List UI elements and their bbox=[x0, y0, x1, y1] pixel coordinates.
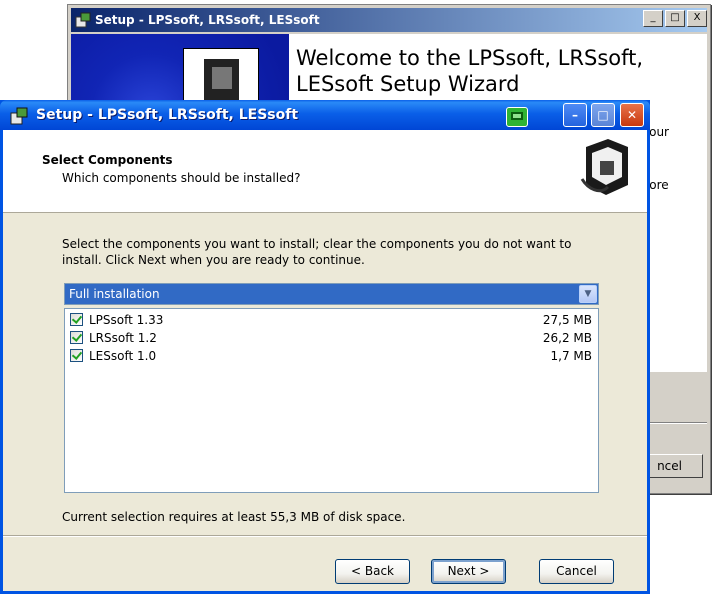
component-size: 27,5 MB bbox=[542, 313, 592, 327]
setup-app-icon bbox=[75, 12, 91, 28]
welcome-heading: Welcome to the LPSsoft, LRSsoft, LESsoft… bbox=[296, 46, 644, 96]
setup-app-icon bbox=[10, 107, 28, 125]
chevron-down-icon[interactable]: ▼ bbox=[579, 285, 597, 303]
background-maximize-button[interactable]: □ bbox=[665, 10, 685, 27]
disk-space-status: Current selection requires at least 55,3… bbox=[62, 510, 406, 524]
setup-type-dropdown[interactable]: Full installation ▼ bbox=[64, 283, 599, 305]
setup-window: Setup - LPSsoft, LRSsoft, LESsoft – □ ✕ … bbox=[0, 100, 650, 594]
title-bar[interactable]: Setup - LPSsoft, LRSsoft, LESsoft – □ ✕ bbox=[0, 100, 650, 130]
wizard-header: Select Components Which components shoul… bbox=[3, 130, 647, 213]
background-close-button[interactable]: X bbox=[687, 10, 707, 27]
window-title: Setup - LPSsoft, LRSsoft, LESsoft bbox=[36, 107, 299, 123]
installer-logo-icon bbox=[580, 139, 628, 195]
divider bbox=[3, 535, 647, 537]
checkbox[interactable] bbox=[70, 331, 83, 344]
components-list[interactable]: LPSsoft 1.33 27,5 MB LRSsoft 1.2 26,2 MB… bbox=[64, 308, 599, 493]
instructions-text: Select the components you want to instal… bbox=[62, 237, 572, 267]
checkbox[interactable] bbox=[70, 313, 83, 326]
page-subtitle: Which components should be installed? bbox=[62, 171, 301, 185]
list-item[interactable]: LESsoft 1.0 1,7 MB bbox=[65, 347, 598, 365]
maximize-button[interactable]: □ bbox=[591, 103, 615, 127]
cancel-button[interactable]: Cancel bbox=[539, 559, 614, 584]
component-size: 26,2 MB bbox=[542, 331, 592, 345]
close-button[interactable]: ✕ bbox=[620, 103, 644, 127]
printer-icon[interactable] bbox=[506, 107, 528, 127]
setup-type-value: Full installation bbox=[69, 287, 160, 301]
background-minimize-button[interactable]: _ bbox=[643, 10, 663, 27]
background-window-title: Setup - LPSsoft, LRSsoft, LESsoft bbox=[95, 13, 320, 27]
next-button[interactable]: Next > bbox=[431, 559, 506, 584]
back-button[interactable]: < Back bbox=[335, 559, 410, 584]
component-name: LESsoft 1.0 bbox=[89, 349, 157, 363]
component-name: LRSsoft 1.2 bbox=[89, 331, 157, 345]
checkbox[interactable] bbox=[70, 349, 83, 362]
component-name: LPSsoft 1.33 bbox=[89, 313, 164, 327]
minimize-button[interactable]: – bbox=[563, 103, 587, 127]
list-item[interactable]: LRSsoft 1.2 26,2 MB bbox=[65, 329, 598, 347]
page-title: Select Components bbox=[42, 153, 173, 167]
wizard-body: Select Components Which components shoul… bbox=[3, 130, 647, 591]
background-title-bar: Setup - LPSsoft, LRSsoft, LESsoft bbox=[71, 8, 707, 32]
list-item[interactable]: LPSsoft 1.33 27,5 MB bbox=[65, 311, 598, 329]
component-size: 1,7 MB bbox=[550, 349, 592, 363]
